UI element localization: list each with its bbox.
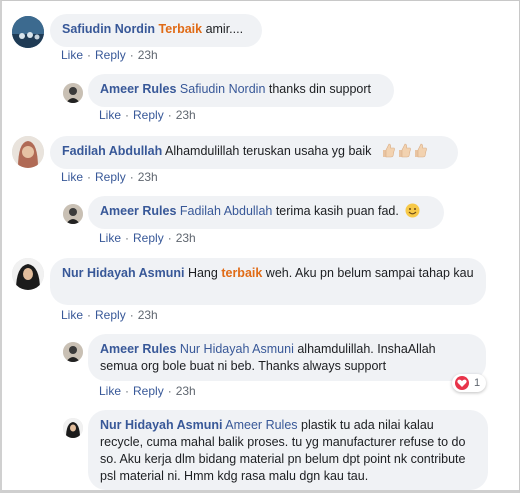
comment-text: Alhamdulillah teruskan usaha yg baik — [162, 144, 372, 158]
comment-actions: Like · Reply · 23h — [61, 308, 158, 322]
avatar-photo-icon — [12, 136, 44, 168]
reply-link[interactable]: Reply — [95, 308, 126, 322]
avatar-photo-icon — [63, 83, 83, 103]
reaction-summary[interactable]: 1 — [452, 374, 486, 392]
reply-link[interactable]: Reply — [133, 384, 164, 398]
comment-actions: Like · Reply · 23h — [99, 384, 196, 398]
comment-actions: Like · Reply · 23h — [99, 231, 196, 245]
comment-actions: Like · Reply · 23h — [61, 170, 158, 184]
comment-author[interactable]: Fadilah Abdullah — [62, 144, 162, 158]
reply-link[interactable]: Reply — [133, 231, 164, 245]
comment-bubble: Fadilah Abdullah Alhamdulillah teruskan … — [50, 136, 458, 169]
like-link[interactable]: Like — [61, 48, 83, 62]
comment-author[interactable]: Ameer Rules — [100, 82, 176, 96]
emoji-group — [379, 143, 427, 160]
smile-emoji-icon — [405, 203, 420, 218]
comment-author[interactable]: Safiudin Nordin — [62, 22, 155, 36]
comment-actions: Like · Reply · 23h — [61, 48, 158, 62]
mention-link[interactable]: Ameer Rules — [225, 418, 297, 432]
avatar-photo-icon — [12, 16, 44, 48]
avatar[interactable] — [12, 258, 44, 290]
comment-keyword: terbaik — [221, 266, 263, 280]
reply-link[interactable]: Reply — [95, 48, 126, 62]
comment-keyword: Terbaik — [158, 22, 203, 36]
avatar[interactable] — [63, 342, 83, 362]
timestamp[interactable]: 23h — [138, 48, 158, 62]
avatar-photo-icon — [63, 204, 83, 224]
comment-author[interactable]: Ameer Rules — [100, 342, 176, 356]
like-link[interactable]: Like — [99, 231, 121, 245]
like-link[interactable]: Like — [61, 308, 83, 322]
comment-actions: Like · Reply · 23h — [99, 108, 196, 122]
reaction-count: 1 — [474, 377, 481, 389]
avatar[interactable] — [63, 418, 83, 438]
mention-link[interactable]: Safiudin Nordin — [180, 82, 265, 96]
comment-bubble: Safiudin Nordin Terbaik amir.... — [50, 14, 262, 47]
comment-bubble: Ameer Rules Fadilah Abdullah terima kasi… — [88, 196, 444, 229]
comment-bubble: Nur Hidayah Asmuni Ameer Rules plastik t… — [88, 410, 488, 490]
thumbs-up-icon — [382, 143, 395, 158]
comment-bubble: Ameer Rules Safiudin Nordin thanks din s… — [88, 74, 394, 107]
avatar-photo-icon — [12, 258, 44, 290]
comment-text: amir.... — [202, 22, 244, 36]
reply-link[interactable]: Reply — [95, 170, 126, 184]
comment-author[interactable]: Nur Hidayah Asmuni — [62, 266, 184, 280]
comment-text: Hang — [184, 266, 222, 280]
comment-author[interactable]: Ameer Rules — [100, 204, 176, 218]
avatar[interactable] — [63, 204, 83, 224]
comment-text: terima kasih puan fad. — [272, 204, 399, 218]
timestamp[interactable]: 23h — [138, 308, 158, 322]
timestamp[interactable]: 23h — [176, 231, 196, 245]
timestamp[interactable]: 23h — [176, 384, 196, 398]
reply-link[interactable]: Reply — [133, 108, 164, 122]
comment-author[interactable]: Nur Hidayah Asmuni — [100, 418, 222, 432]
like-link[interactable]: Like — [61, 170, 83, 184]
thumbs-up-icon — [398, 143, 411, 158]
thumbs-up-icon — [414, 143, 427, 158]
timestamp[interactable]: 23h — [176, 108, 196, 122]
mention-link[interactable]: Fadilah Abdullah — [180, 204, 272, 218]
comment-text: weh. Aku pn belum sampai tahap kau — [262, 266, 474, 280]
avatar-photo-icon — [63, 342, 83, 362]
like-link[interactable]: Like — [99, 384, 121, 398]
avatar[interactable] — [12, 136, 44, 168]
comment-bubble: Nur Hidayah Asmuni Hang terbaik weh. Aku… — [50, 258, 486, 305]
heart-reaction-icon — [455, 376, 469, 390]
timestamp[interactable]: 23h — [138, 170, 158, 184]
mention-link[interactable]: Nur Hidayah Asmuni — [180, 342, 294, 356]
comment-bubble: Ameer Rules Nur Hidayah Asmuni alhamduli… — [88, 334, 486, 381]
avatar[interactable] — [63, 83, 83, 103]
avatar[interactable] — [12, 16, 44, 48]
comment-text: thanks din support — [265, 82, 372, 96]
avatar-photo-icon — [63, 418, 83, 438]
like-link[interactable]: Like — [99, 108, 121, 122]
